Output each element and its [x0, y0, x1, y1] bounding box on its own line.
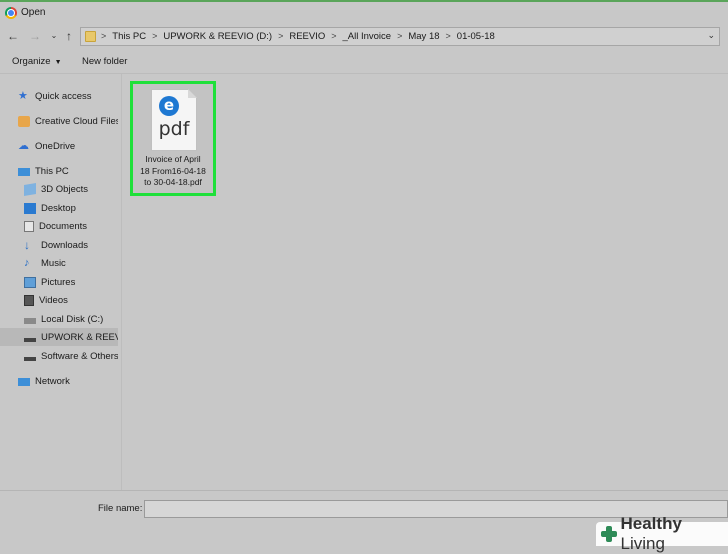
address-bar[interactable]: > This PC > UPWORK & REEVIO (D:) > REEVI…: [80, 27, 720, 46]
drive-icon: [24, 357, 36, 361]
cloud-icon: ☁: [18, 141, 30, 152]
sidebar-item-music[interactable]: ♪ Music: [0, 254, 118, 272]
breadcrumb-drive-d[interactable]: UPWORK & REEVIO (D:): [163, 31, 272, 42]
file-name-field-label: File name:: [98, 503, 142, 514]
music-note-icon: ♪: [24, 258, 36, 269]
creative-cloud-icon: [18, 116, 30, 127]
breadcrumb-01-05-18[interactable]: 01-05-18: [457, 31, 495, 42]
breadcrumb-separator-icon: >: [146, 31, 163, 42]
sidebar-item-label: Documents: [39, 221, 87, 232]
pane-divider[interactable]: [121, 74, 122, 490]
sidebar-item-label: 3D Objects: [41, 184, 88, 195]
sidebar-item-label: Creative Cloud Files: [35, 116, 118, 127]
breadcrumb-separator-icon: >: [101, 31, 112, 42]
sidebar-item-pictures[interactable]: Pictures: [0, 273, 118, 291]
file-item-invoice-pdf[interactable]: e pdf Invoice of April 18 From16-04-18 t…: [130, 81, 216, 196]
breadcrumb-separator-icon: >: [325, 31, 342, 42]
sidebar-item-local-disk-c[interactable]: Local Disk (C:): [0, 310, 118, 328]
sidebar-item-label: Software & Others (: [41, 351, 118, 362]
breadcrumb-may-18[interactable]: May 18: [408, 31, 439, 42]
back-arrow-icon[interactable]: ←: [6, 29, 20, 43]
edge-browser-icon: e: [159, 96, 179, 116]
breadcrumb-separator-icon: >: [391, 31, 408, 42]
caret-down-icon: ▼: [55, 59, 62, 66]
desktop-icon: [24, 203, 36, 214]
window-title: Open: [21, 7, 45, 18]
watermark-text: Healthy Living: [621, 514, 728, 554]
sidebar-item-label: Downloads: [41, 240, 88, 251]
organize-label: Organize: [12, 56, 51, 67]
network-icon: [18, 378, 30, 386]
watermark-text-bold: Healthy: [621, 514, 682, 533]
breadcrumb-separator-icon: >: [272, 31, 289, 42]
breadcrumb-reevio[interactable]: REEVIO: [289, 31, 325, 42]
computer-icon: [18, 168, 30, 176]
sidebar-item-downloads[interactable]: ↓ Downloads: [0, 236, 118, 254]
up-arrow-icon[interactable]: ↑: [62, 29, 76, 43]
file-name-line: 18 From16-04-18: [135, 166, 211, 178]
sidebar-item-label: Quick access: [35, 91, 92, 102]
sidebar-item-label: Local Disk (C:): [41, 314, 103, 325]
sidebar-item-creative-cloud[interactable]: Creative Cloud Files: [0, 112, 118, 130]
pdf-type-label: pdf: [152, 118, 196, 140]
new-folder-button[interactable]: New folder: [82, 56, 127, 67]
pdf-document-icon: e pdf: [151, 89, 197, 151]
drive-icon: [24, 318, 36, 324]
title-bar: Open: [0, 0, 728, 23]
forward-arrow-icon[interactable]: →: [28, 29, 42, 43]
sidebar-item-label: Pictures: [41, 277, 75, 288]
cube-icon: [24, 182, 36, 195]
navigation-pane: ★ Quick access Creative Cloud Files ☁ On…: [0, 78, 118, 490]
sidebar-item-label: Network: [35, 376, 70, 387]
sidebar-item-quick-access[interactable]: ★ Quick access: [0, 87, 118, 105]
organize-button[interactable]: Organize ▼: [12, 56, 62, 67]
sidebar-item-videos[interactable]: Videos: [0, 291, 118, 309]
breadcrumb: > This PC > UPWORK & REEVIO (D:) > REEVI…: [101, 31, 495, 42]
star-icon: ★: [18, 91, 30, 102]
navigation-row: ← → ⌄ ↑ > This PC > UPWORK & REEVIO (D:)…: [0, 25, 728, 49]
sidebar-item-documents[interactable]: Documents: [0, 217, 118, 235]
download-arrow-icon: ↓: [24, 240, 36, 251]
document-icon: [24, 221, 34, 232]
sidebar-item-label: OneDrive: [35, 141, 75, 152]
sidebar-item-onedrive[interactable]: ☁ OneDrive: [0, 137, 118, 155]
watermark-text-thin: Living: [621, 534, 665, 553]
sidebar-item-label: This PC: [35, 166, 69, 177]
breadcrumb-this-pc[interactable]: This PC: [112, 31, 146, 42]
breadcrumb-separator-icon: >: [440, 31, 457, 42]
breadcrumb-all-invoice[interactable]: _All Invoice: [343, 31, 392, 42]
chrome-app-icon: [5, 7, 17, 19]
medical-cross-icon: [600, 525, 618, 543]
sidebar-item-desktop[interactable]: Desktop: [0, 199, 118, 217]
folder-icon: [85, 31, 96, 42]
sidebar-item-3d-objects[interactable]: 3D Objects: [0, 180, 118, 198]
sidebar-item-upwork-reevio[interactable]: UPWORK & REEVIO: [0, 328, 118, 346]
sidebar-item-label: UPWORK & REEVIO: [41, 332, 118, 343]
sidebar-item-software-others[interactable]: Software & Others (: [0, 347, 118, 365]
picture-icon: [24, 277, 36, 288]
sidebar-item-this-pc[interactable]: This PC: [0, 162, 118, 180]
address-dropdown-chevron-icon[interactable]: ⌄: [707, 30, 715, 41]
command-toolbar: Organize ▼ New folder: [0, 51, 728, 74]
sidebar-item-label: Videos: [39, 295, 68, 306]
video-icon: [24, 295, 34, 306]
drive-icon: [24, 338, 36, 342]
sidebar-item-label: Music: [41, 258, 66, 269]
sidebar-item-network[interactable]: Network: [0, 372, 118, 390]
healthy-living-watermark: Healthy Living: [596, 522, 728, 546]
file-name-line: to 30-04-18.pdf: [135, 177, 211, 189]
recent-locations-chevron-icon[interactable]: ⌄: [47, 29, 61, 43]
file-name-label: Invoice of April 18 From16-04-18 to 30-0…: [135, 154, 211, 189]
sidebar-item-label: Desktop: [41, 203, 76, 214]
file-name-line: Invoice of April: [135, 154, 211, 166]
